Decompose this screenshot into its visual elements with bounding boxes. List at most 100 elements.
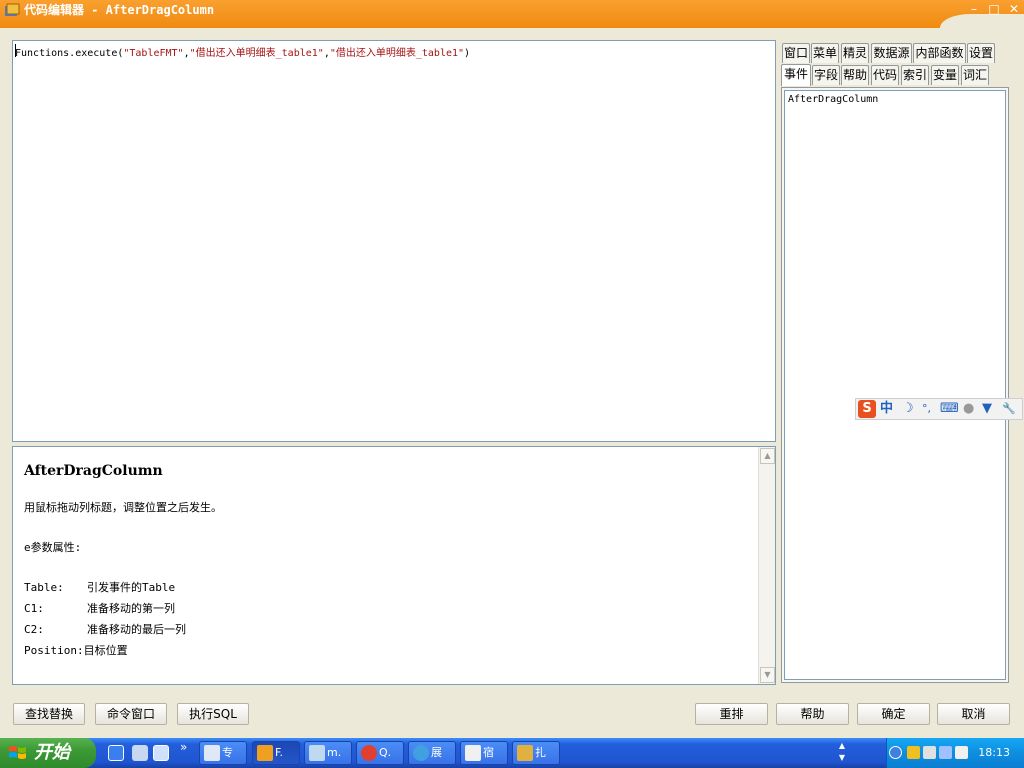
tab-index[interactable]: 索引 — [901, 65, 929, 85]
close-button[interactable]: ✕ — [1006, 2, 1022, 16]
taskbar-item[interactable]: F. — [252, 741, 300, 765]
tab-vocabulary[interactable]: 词汇 — [961, 65, 989, 85]
code-arg-1: "TableFMT" — [123, 48, 184, 59]
quicklaunch-chevron-icon[interactable]: » — [180, 740, 187, 754]
help-pane: AfterDragColumn 用鼠标拖动列标题，调整位置之后发生。 e参数属性… — [12, 446, 776, 685]
list-item[interactable]: AfterDragColumn — [788, 94, 878, 105]
scroll-down-icon[interactable]: ▼ — [760, 667, 775, 683]
volume-icon[interactable] — [939, 746, 952, 759]
taskbar-item[interactable]: 扎 — [512, 741, 560, 765]
moon-icon[interactable]: ☽ — [902, 401, 914, 417]
task-label: 宿 — [483, 746, 494, 759]
app-icon — [413, 745, 429, 761]
help-scrollbar[interactable]: ▲ ▼ — [758, 447, 775, 684]
task-label: m. — [327, 746, 342, 759]
sogou-logo-icon[interactable]: S — [858, 400, 876, 418]
network-icon[interactable] — [923, 746, 936, 759]
events-list[interactable]: AfterDragColumn — [784, 90, 1006, 680]
windows-logo-icon — [9, 746, 26, 759]
tray-expand-icon[interactable] — [889, 746, 902, 759]
tab-events[interactable]: 事件 — [781, 64, 811, 86]
chrome-icon — [361, 745, 377, 761]
start-label: 开始 — [34, 742, 70, 763]
ie-icon[interactable] — [108, 745, 124, 761]
taskbar-scroll[interactable]: ▲ ▼ — [836, 740, 848, 766]
execute-sql-button[interactable]: 执行SQL — [177, 703, 249, 725]
help-param-row: Table: 引发事件的Table — [24, 579, 175, 595]
media-player-icon[interactable] — [132, 745, 148, 761]
code-arg-2: "借出还入单明细表_table1" — [189, 48, 324, 59]
scroll-down-icon[interactable]: ▼ — [836, 752, 848, 764]
help-params-header: e参数属性: — [24, 541, 82, 554]
param-value: 准备移动的第一列 — [87, 602, 175, 615]
tab-fields[interactable]: 字段 — [812, 65, 840, 85]
command-window-button[interactable]: 命令窗口 — [95, 703, 167, 725]
param-key: Table: — [24, 581, 64, 594]
app-icon — [309, 745, 325, 761]
tab-wizard[interactable]: 精灵 — [841, 43, 869, 63]
tab-help[interactable]: 帮助 — [841, 65, 869, 85]
param-value: 引发事件的Table — [87, 581, 176, 594]
help-param-row: C1: 准备移动的第一列 — [24, 600, 175, 616]
param-value: 准备移动的最后一列 — [87, 623, 186, 636]
clock[interactable]: 18:13 — [978, 738, 1010, 768]
tray-app-icon[interactable] — [955, 746, 968, 759]
help-param-row: C2: 准备移动的最后一列 — [24, 621, 186, 637]
system-tray: 18:13 — [886, 738, 1024, 768]
code-editor[interactable]: Functions.execute("TableFMT","借出还入单明细表_t… — [12, 40, 776, 442]
taskbar-item[interactable]: 展 — [408, 741, 456, 765]
events-panel: AfterDragColumn — [781, 87, 1009, 683]
start-button[interactable]: 开始 — [0, 738, 96, 768]
maximize-button[interactable]: □ — [986, 2, 1002, 16]
punctuation-icon[interactable]: °, — [922, 401, 931, 417]
tab-builtin-functions[interactable]: 内部函数 — [913, 43, 966, 63]
task-label: 扎 — [535, 746, 546, 759]
title-bar: 代码编辑器 - AfterDragColumn – □ ✕ — [0, 0, 1024, 28]
text-caret — [15, 44, 16, 57]
app-icon — [465, 745, 481, 761]
help-description: 用鼠标拖动列标题，调整位置之后发生。 — [24, 501, 222, 514]
param-key: Position: — [24, 644, 84, 657]
minimize-button[interactable]: – — [966, 2, 982, 16]
taskbar-item[interactable]: Q. — [356, 741, 404, 765]
keyboard-icon[interactable]: ⌨ — [940, 401, 959, 417]
cancel-button[interactable]: 取消 — [937, 703, 1010, 725]
ime-toolbar[interactable]: S 中 ☽ °, ⌨ ● ▼ 🔧 — [855, 398, 1023, 420]
taskbar: 开始 » 专 F. m. Q. 展 宿 扎 ▲ ▼ 18:13 — [0, 738, 1024, 768]
tab-variables[interactable]: 变量 — [931, 65, 959, 85]
rearrange-button[interactable]: 重排 — [695, 703, 768, 725]
qq-icon[interactable] — [907, 746, 920, 759]
desktop-icon[interactable] — [153, 745, 169, 761]
find-replace-button[interactable]: 查找替换 — [13, 703, 85, 725]
tab-settings[interactable]: 设置 — [967, 43, 995, 63]
ok-button[interactable]: 确定 — [857, 703, 930, 725]
code-line[interactable]: Functions.execute("TableFMT","借出还入单明细表_t… — [15, 44, 470, 59]
skin-icon[interactable]: ▼ — [982, 401, 992, 417]
task-label: Q. — [379, 746, 392, 759]
param-value: 目标位置 — [83, 644, 128, 657]
param-key: C1: — [24, 602, 44, 615]
tools-icon[interactable]: 🔧 — [1002, 401, 1016, 417]
tab-datasource[interactable]: 数据源 — [871, 43, 912, 63]
ime-chinese-mode[interactable]: 中 — [880, 401, 893, 417]
scroll-up-icon[interactable]: ▲ — [836, 740, 848, 752]
app-icon — [204, 745, 220, 761]
help-button[interactable]: 帮助 — [776, 703, 849, 725]
tab-code[interactable]: 代码 — [871, 65, 899, 85]
app-icon — [517, 745, 533, 761]
help-param-row: Position:目标位置 — [24, 642, 128, 658]
task-label: 展 — [431, 746, 442, 759]
scroll-up-icon[interactable]: ▲ — [760, 448, 775, 464]
taskbar-item[interactable]: 专 — [199, 741, 247, 765]
window-title: 代码编辑器 - AfterDragColumn — [24, 3, 215, 17]
app-icon — [5, 3, 20, 16]
tab-window[interactable]: 窗口 — [782, 43, 810, 63]
tab-menu[interactable]: 菜单 — [811, 43, 839, 63]
code-arg-3: "借出还入单明细表_table1" — [329, 48, 465, 59]
user-icon[interactable]: ● — [963, 401, 974, 417]
help-title: AfterDragColumn — [24, 463, 163, 479]
taskbar-item[interactable]: m. — [304, 741, 352, 765]
code-close-paren: ) — [464, 48, 471, 59]
taskbar-item[interactable]: 宿 — [460, 741, 508, 765]
code-function: Functions.execute( — [15, 48, 124, 59]
